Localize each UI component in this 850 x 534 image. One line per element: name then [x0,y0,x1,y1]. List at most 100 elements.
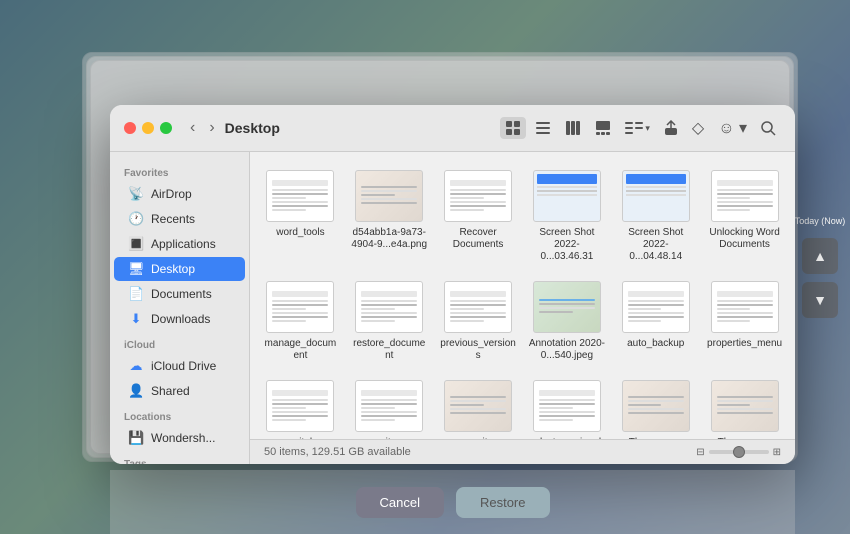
bottom-bar: Cancel Restore [110,470,795,534]
file-item[interactable]: Screen Shot 2022-0...03.46.31 [525,162,610,269]
file-name: Screen Shot 2022-0...04.48.14 [617,227,694,263]
sidebar-item-documents[interactable]: 📄 Documents [114,282,245,306]
file-thumb [709,168,781,224]
zoom-max-icon: ⊞ [773,447,781,458]
file-name: properties_menu [707,338,782,350]
file-item[interactable]: Unlocking Word Documents [702,162,787,269]
sidebar-item-airdrop[interactable]: 📡 AirDrop [114,182,245,206]
file-item[interactable]: select_version_history [525,372,610,439]
file-name: auto_backup [627,338,684,350]
file-thumb [709,378,781,434]
file-item[interactable]: restore_document [347,273,432,368]
sidebar-item-label: Wondersh... [151,431,215,445]
file-name: previous_versions [440,338,517,362]
column-view-button[interactable] [560,117,586,139]
file-thumb [264,378,336,434]
traffic-lights [124,122,172,134]
sidebar-item-icloud-drive[interactable]: ☁ iCloud Drive [114,354,245,378]
file-item[interactable]: Three-easy-ways-to...e-3.png [613,372,698,439]
sidebar-item-label: AirDrop [151,187,192,201]
file-name: Screen Shot 2022-0...03.46.31 [529,227,606,263]
grid-view-button[interactable] [500,117,526,139]
tag-button[interactable]: ◇ [687,115,709,141]
scroll-down-button[interactable]: ▼ [802,282,838,318]
locations-section-label: Locations [110,404,249,425]
finder-dialog: ‹ › Desktop [110,105,795,464]
action-button[interactable]: ☺ ▾ [713,115,752,141]
file-item[interactable]: recoverit_home [258,372,343,439]
status-text: 50 items, 129.51 GB available [264,446,411,458]
scroll-up-button[interactable]: ▲ [802,238,838,274]
sidebar-item-recents[interactable]: 🕐 Recents [114,207,245,231]
restore-button[interactable]: Restore [456,487,550,518]
file-name: Unlocking Word Documents [706,227,783,251]
downloads-icon: ⬇ [128,311,144,327]
file-item[interactable]: previous_versions [436,273,521,368]
toolbar-icons: ▾ ◇ ☺ ▾ [500,115,781,141]
icloud-section-label: iCloud [110,332,249,353]
today-label: Today (Now) [795,216,846,226]
file-item[interactable]: properties_menu [702,273,787,368]
back-button[interactable]: ‹ [186,117,199,139]
forward-button[interactable]: › [205,117,218,139]
sidebar: Favorites 📡 AirDrop 🕐 Recents 🔳 Applicat… [110,152,250,464]
file-item[interactable]: auto_backup [613,273,698,368]
shared-icon: 👤 [128,383,144,399]
sidebar-item-shared[interactable]: 👤 Shared [114,379,245,403]
desktop-icon: 🖥 [128,261,144,277]
zoom-min-icon: ⊟ [696,447,704,458]
file-item[interactable]: Screen Shot 2022-0...04.48.14 [613,162,698,269]
applications-icon: 🔳 [128,236,144,252]
file-item[interactable]: word_tools [258,162,343,269]
arrange-button[interactable]: ▾ [620,117,655,139]
minimize-button[interactable] [142,122,154,134]
file-name: Annotation 2020-0...540.jpeg [529,338,606,362]
content-area: Favorites 📡 AirDrop 🕐 Recents 🔳 Applicat… [110,152,795,464]
file-thumb [264,168,336,224]
wondersh-icon: 💾 [128,430,144,446]
file-item[interactable]: Three-easy-ways-to...-22.png [702,372,787,439]
sidebar-item-label: Shared [151,384,190,398]
icloud-icon: ☁ [128,358,144,374]
sidebar-item-label: Documents [151,287,212,301]
file-item[interactable]: recoverit.png [436,372,521,439]
file-grid-wrapper: word_tools d54abb1a-9a73-4904-9...e4a.png… [250,152,795,464]
gallery-view-button[interactable] [590,117,616,139]
file-name: restore_document [351,338,428,362]
documents-icon: 📄 [128,286,144,302]
file-thumb [442,378,514,434]
file-thumb [442,279,514,335]
toolbar: ‹ › Desktop [110,105,795,152]
slider-thumb[interactable] [733,446,745,458]
list-view-button[interactable] [530,117,556,139]
sidebar-item-label: Desktop [151,262,195,276]
cancel-button[interactable]: Cancel [356,487,444,518]
slider-track[interactable] [709,450,769,454]
sidebar-item-desktop[interactable]: 🖥 Desktop [114,257,245,281]
file-item[interactable]: recoverit_recover [347,372,432,439]
file-item[interactable]: d54abb1a-9a73-4904-9...e4a.png [347,162,432,269]
sidebar-item-applications[interactable]: 🔳 Applications [114,232,245,256]
zoom-slider[interactable]: ⊟ ⊞ [696,447,781,458]
sidebar-item-wondersh[interactable]: 💾 Wondersh... [114,426,245,450]
file-thumb [353,168,425,224]
favorites-section-label: Favorites [110,160,249,181]
file-item[interactable]: Annotation 2020-0...540.jpeg [525,273,610,368]
file-thumb [620,378,692,434]
sidebar-item-downloads[interactable]: ⬇ Downloads [114,307,245,331]
share-button[interactable] [659,117,683,139]
notification-sidebar: Today (Now) ▲ ▼ [790,0,850,534]
file-thumb [620,279,692,335]
file-name: d54abb1a-9a73-4904-9...e4a.png [351,227,428,251]
fullscreen-button[interactable] [160,122,172,134]
file-thumb [353,378,425,434]
search-button[interactable] [756,118,781,139]
file-thumb [531,279,603,335]
close-button[interactable] [124,122,136,134]
file-thumb [709,279,781,335]
file-grid: word_tools d54abb1a-9a73-4904-9...e4a.png… [250,152,795,439]
file-item[interactable]: Recover Documents [436,162,521,269]
window-title: Desktop [225,120,280,136]
file-item[interactable]: manage_document [258,273,343,368]
sidebar-item-label: Recents [151,212,195,226]
